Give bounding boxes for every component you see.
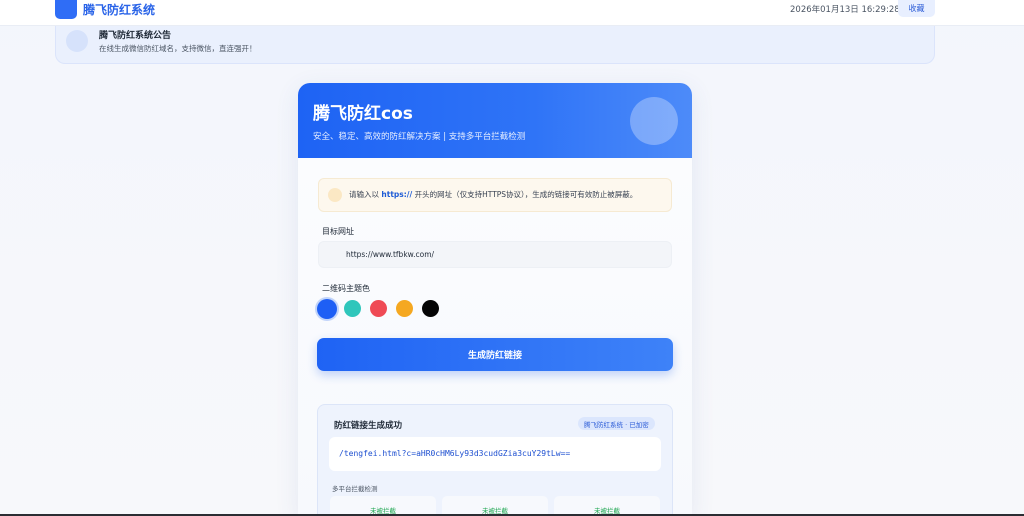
logo-icon [55,0,77,19]
card-header: 腾飞防红cos 安全、稳定、高效的防红解决方案 | 支持多平台拦截检测 [298,83,692,158]
platform-card: 未被拦截 [442,496,548,516]
color-swatch-black[interactable] [422,300,439,317]
color-swatch-teal[interactable] [344,300,361,317]
platform-card: 未被拦截 [554,496,660,516]
result-title: 防红链接生成成功 [334,421,403,431]
header-decoration-circle [630,97,678,145]
generated-link[interactable]: /tengfei.html?c=aHR0cHM6Ly93d3cudGZia3cu… [329,437,661,471]
platform-check-title: 多平台拦截检测 [332,485,378,493]
encrypted-badge: 腾飞防红系统 · 已加密 [578,417,655,430]
generate-link-button[interactable]: 生成防红链接 [317,338,673,371]
color-swatch-blue[interactable] [317,299,337,319]
datetime-display: 2026年01月13日 16:29:28 [790,5,900,15]
notice-text: 请输入以 https:// 开头的网址（仅支持HTTPS协议），生成的链接可有效… [349,190,638,199]
url-label: 目标网址 [322,227,354,236]
platform-card: 未被拦截 [330,496,436,516]
https-notice: 请输入以 https:// 开头的网址（仅支持HTTPS协议），生成的链接可有效… [318,178,672,212]
color-swatch-orange[interactable] [396,300,413,317]
announcement-bar: 腾飞防红系统公告 在线生成微信防红域名，支持微信，直连强开！ [55,26,935,64]
target-url-input[interactable] [318,241,672,268]
announcement-text: 在线生成微信防红域名，支持微信，直连强开！ [99,44,257,53]
result-panel: 防红链接生成成功 腾飞防红系统 · 已加密 /tengfei.html?c=aH… [317,404,673,516]
info-icon [328,188,342,202]
card-subtitle: 安全、稳定、高效的防红解决方案 | 支持多平台拦截检测 [313,132,526,142]
top-bar: 腾飞防红系统 2026年01月13日 16:29:28 收藏 [0,0,1024,26]
generator-card: 腾飞防红cos 安全、稳定、高效的防红解决方案 | 支持多平台拦截检测 请输入以… [298,83,692,516]
notice-https: https:// [381,190,413,199]
announcement-title: 腾飞防红系统公告 [99,31,172,41]
card-title: 腾飞防红cos [313,104,413,124]
color-label: 二维码主题色 [322,284,370,293]
announcement-icon [66,30,88,52]
color-swatch-red[interactable] [370,300,387,317]
favorite-button[interactable]: 收藏 [898,0,935,17]
brand-title[interactable]: 腾飞防红系统 [83,1,155,18]
